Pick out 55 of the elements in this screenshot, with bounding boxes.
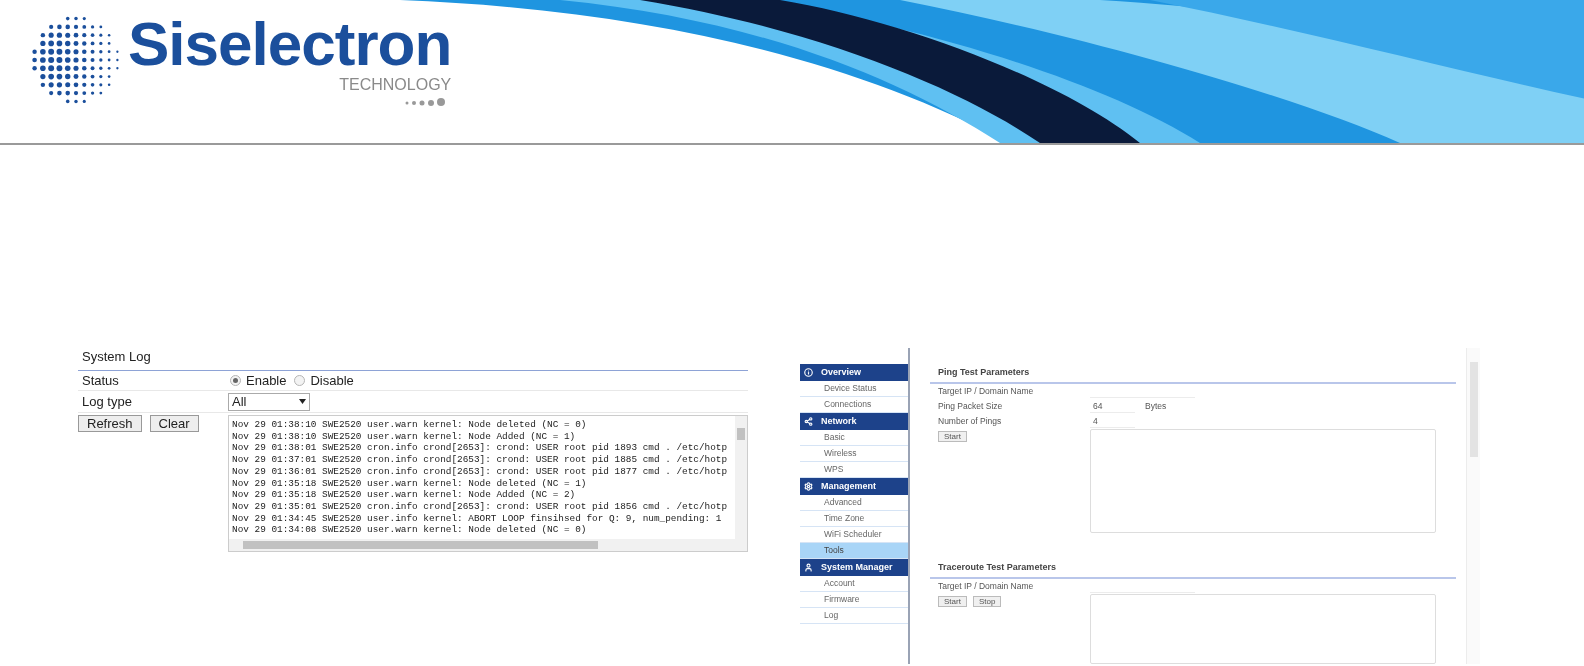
log-type-select[interactable]: All	[228, 392, 310, 411]
info-icon	[804, 368, 813, 377]
input-field[interactable]: 4	[1090, 415, 1135, 428]
log-line: Nov 29 01:35:18 SWE2520 user.warn kernel: Node deleted (NC = 1)	[232, 477, 588, 490]
sidebar-item[interactable]: WiFi Scheduler	[800, 527, 908, 543]
log-line: Nov 29 01:35:01 SWE2520 cron.info crond[2653]: crond: USER root pid 1856 cmd . /etc/hotp	[232, 500, 729, 513]
log-line: Nov 29 01:35:18 SWE2520 user.warn kernel: Node Added (NC = 2)	[232, 489, 577, 501]
sidebar-item[interactable]: Time Zone	[800, 511, 908, 527]
field-label: Number of Pings	[938, 415, 1002, 428]
sidebar-item[interactable]: Connections	[800, 397, 908, 413]
sidebar-section[interactable]: Overview	[800, 364, 908, 381]
gear-icon	[804, 482, 813, 491]
sidebar-section[interactable]: Management	[800, 478, 908, 495]
sidebar-section[interactable]: Network	[800, 413, 908, 430]
log-line: Nov 29 01:38:10 SWE2520 user.warn kernel: Node Added (NC = 1)	[232, 430, 577, 443]
section-title: System Log	[82, 347, 151, 366]
radio-button[interactable]	[230, 375, 241, 387]
unit-label: Bytes	[1145, 400, 1167, 413]
caret-icon	[299, 399, 306, 404]
log-line: Nov 29 01:34:08 SWE2520 user.warn kernel: Node deleted (NC = 0)	[232, 524, 588, 537]
section-title: Traceroute Test Parameters	[938, 561, 1056, 575]
sidebar-item[interactable]: Tools	[800, 543, 908, 559]
action-button[interactable]: Refresh	[78, 415, 142, 432]
field-label: Status	[81, 372, 120, 390]
sidebar-item[interactable]: Wireless	[800, 446, 908, 462]
sidebar-item[interactable]: Device Status	[800, 381, 908, 397]
field-label: Target IP / Domain Name	[938, 580, 1034, 593]
sidebar-item[interactable]: Firmware	[800, 592, 908, 608]
log-line: Nov 29 01:36:01 SWE2520 cron.info crond[2653]: crond: USER root pid 1877 cmd . /etc/hotp	[232, 465, 729, 478]
radio-label: Disable	[310, 372, 354, 390]
brand-name: Siselectron	[128, 12, 452, 76]
input-field[interactable]: 64	[1090, 400, 1135, 413]
field-label: Target IP / Domain Name	[938, 385, 1034, 398]
horizontal-scrollbar[interactable]	[229, 539, 747, 551]
log-line: Nov 29 01:34:45 SWE2520 user.info kernel: ABORT LOOP finsihsed for Q: 9, num_pending: 1	[232, 512, 723, 525]
log-line: Nov 29 01:38:10 SWE2520 user.warn kernel: Node deleted (NC = 0)	[232, 419, 588, 431]
action-button[interactable]: Clear	[149, 415, 199, 432]
share-icon	[804, 417, 813, 426]
action-button[interactable]: Stop	[972, 596, 1002, 607]
sidebar-item[interactable]: Basic	[800, 430, 908, 446]
vertical-scrollbar[interactable]	[1466, 348, 1480, 664]
sidebar-section[interactable]: System Manager	[800, 559, 908, 576]
vertical-scrollbar[interactable]	[735, 416, 747, 539]
section-title: Ping Test Parameters	[938, 366, 1030, 380]
action-button[interactable]: Start	[938, 431, 967, 442]
tagline: TECHNOLOGY	[339, 76, 452, 94]
action-button[interactable]: Start	[938, 596, 967, 607]
log-line: Nov 29 01:38:01 SWE2520 cron.info crond[2653]: crond: USER root pid 1893 cmd . /etc/hotp	[232, 442, 729, 455]
radio-button[interactable]	[294, 375, 306, 387]
field-label: Log type	[81, 392, 133, 411]
radio-label: Enable	[246, 372, 287, 390]
sidebar-item[interactable]: Advanced	[800, 495, 908, 511]
person-icon	[804, 563, 813, 572]
field-label: Ping Packet Size	[938, 400, 1003, 413]
log-line: Nov 29 01:37:01 SWE2520 cron.info crond[2653]: crond: USER root pid 1885 cmd . /etc/hotp	[232, 454, 729, 466]
